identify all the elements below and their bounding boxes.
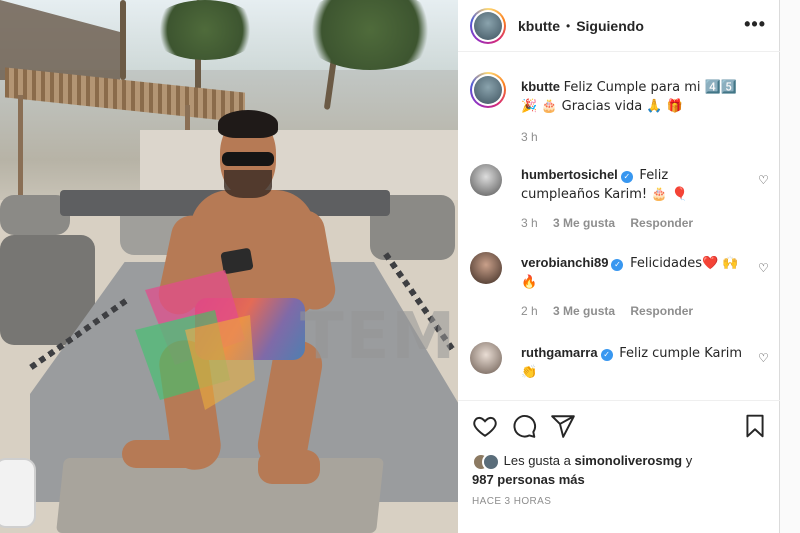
comment-likes-count[interactable]: 3 Me gusta [553, 304, 615, 318]
reply-button[interactable]: Responder [630, 304, 693, 318]
comment-item: verobianchi89 ✓ Felicidades❤️ 🙌 🔥 ♡ 2 h 3… [470, 252, 770, 332]
comment-like-icon[interactable]: ♡ [758, 352, 770, 364]
header-separator: • [566, 18, 571, 33]
comment-likes-count[interactable]: 3 Me gusta [553, 216, 615, 230]
likes-prefix: Les gusta a [503, 453, 571, 468]
caption-username[interactable]: kbutte [521, 79, 560, 94]
comments-list: kbutte Feliz Cumple para mi 4️⃣5️⃣🎉 🎂 Gr… [458, 60, 780, 400]
caption-meta: 3 h [521, 130, 550, 144]
person-foot [258, 450, 320, 484]
comment-item: humbertosichel ✓ Feliz cumpleaños Karim! … [470, 164, 770, 244]
likes-others[interactable]: 987 personas más [472, 472, 585, 487]
stone-block [56, 458, 384, 533]
watermark-text: TEMPOX [300, 300, 458, 374]
comment-icon[interactable] [511, 413, 537, 439]
caption-text-block: kbutte Feliz Cumple para mi 4️⃣5️⃣🎉 🎂 Gr… [521, 78, 746, 116]
heart-icon[interactable] [472, 413, 498, 439]
person-beard [224, 170, 272, 198]
watermark-logo-icon [135, 270, 255, 410]
post-actions-bar [458, 400, 780, 450]
comment-time[interactable]: 3 h [521, 216, 538, 230]
bookmark-icon[interactable] [742, 413, 768, 439]
likes-connector: y [685, 453, 693, 468]
comment-text-block: ruthgamarra ✓ Feliz cumple Karim 👏 [521, 344, 746, 382]
author-avatar[interactable] [470, 7, 506, 44]
comment-avatar[interactable] [470, 164, 502, 196]
caption-time[interactable]: 3 h [521, 130, 538, 144]
page-gutter [780, 0, 800, 533]
verified-badge-icon: ✓ [620, 171, 633, 183]
comment-time[interactable]: 2 h [521, 304, 538, 318]
comment-username[interactable]: humbertosichel [521, 167, 618, 182]
post-photo[interactable]: TEMPOX [0, 0, 458, 533]
share-icon[interactable] [550, 413, 576, 439]
comment-avatar[interactable] [470, 252, 502, 284]
caption: kbutte Feliz Cumple para mi 4️⃣5️⃣🎉 🎂 Gr… [470, 72, 770, 152]
comment-meta: 2 h 3 Me gusta Responder [521, 304, 705, 318]
sneaker [0, 458, 36, 528]
following-button[interactable]: Siguiendo [576, 18, 644, 34]
pergola-post [18, 95, 23, 205]
verified-badge-icon: ✓ [611, 259, 624, 271]
palm-trunk [120, 0, 126, 80]
comment-username[interactable]: verobianchi89 [521, 255, 608, 270]
liker-avatar[interactable] [482, 452, 500, 471]
comment-meta: 3 h 3 Me gusta Responder [521, 216, 705, 230]
person-hair [218, 110, 278, 138]
author-username[interactable]: kbutte [518, 18, 560, 34]
likes-summary: Les gusta a simonoliverosmg y 987 person… [472, 452, 772, 489]
comment-like-icon[interactable]: ♡ [758, 174, 770, 186]
sunglasses [222, 152, 274, 166]
post-side-panel: kbutte • Siguiendo ••• kbutte Feliz Cump… [458, 0, 780, 533]
comment-text-block: humbertosichel ✓ Feliz cumpleaños Karim! … [521, 166, 746, 204]
comment-like-icon[interactable]: ♡ [758, 262, 770, 274]
verified-badge-icon: ✓ [600, 349, 613, 361]
more-options-icon[interactable]: ••• [744, 14, 766, 35]
comment-item: ruthgamarra ✓ Feliz cumple Karim 👏 ♡ [470, 342, 770, 402]
comment-avatar[interactable] [470, 342, 502, 374]
palm-leaves [150, 0, 260, 60]
caption-avatar[interactable] [470, 72, 506, 108]
post-timestamp[interactable]: HACE 3 HORAS [472, 496, 551, 507]
likes-user[interactable]: simonoliverosmg [574, 453, 682, 468]
post-header: kbutte • Siguiendo ••• [458, 0, 780, 52]
comment-username[interactable]: ruthgamarra [521, 345, 598, 360]
person-foot [122, 440, 212, 468]
reply-button[interactable]: Responder [630, 216, 693, 230]
comment-text-block: verobianchi89 ✓ Felicidades❤️ 🙌 🔥 [521, 254, 746, 292]
